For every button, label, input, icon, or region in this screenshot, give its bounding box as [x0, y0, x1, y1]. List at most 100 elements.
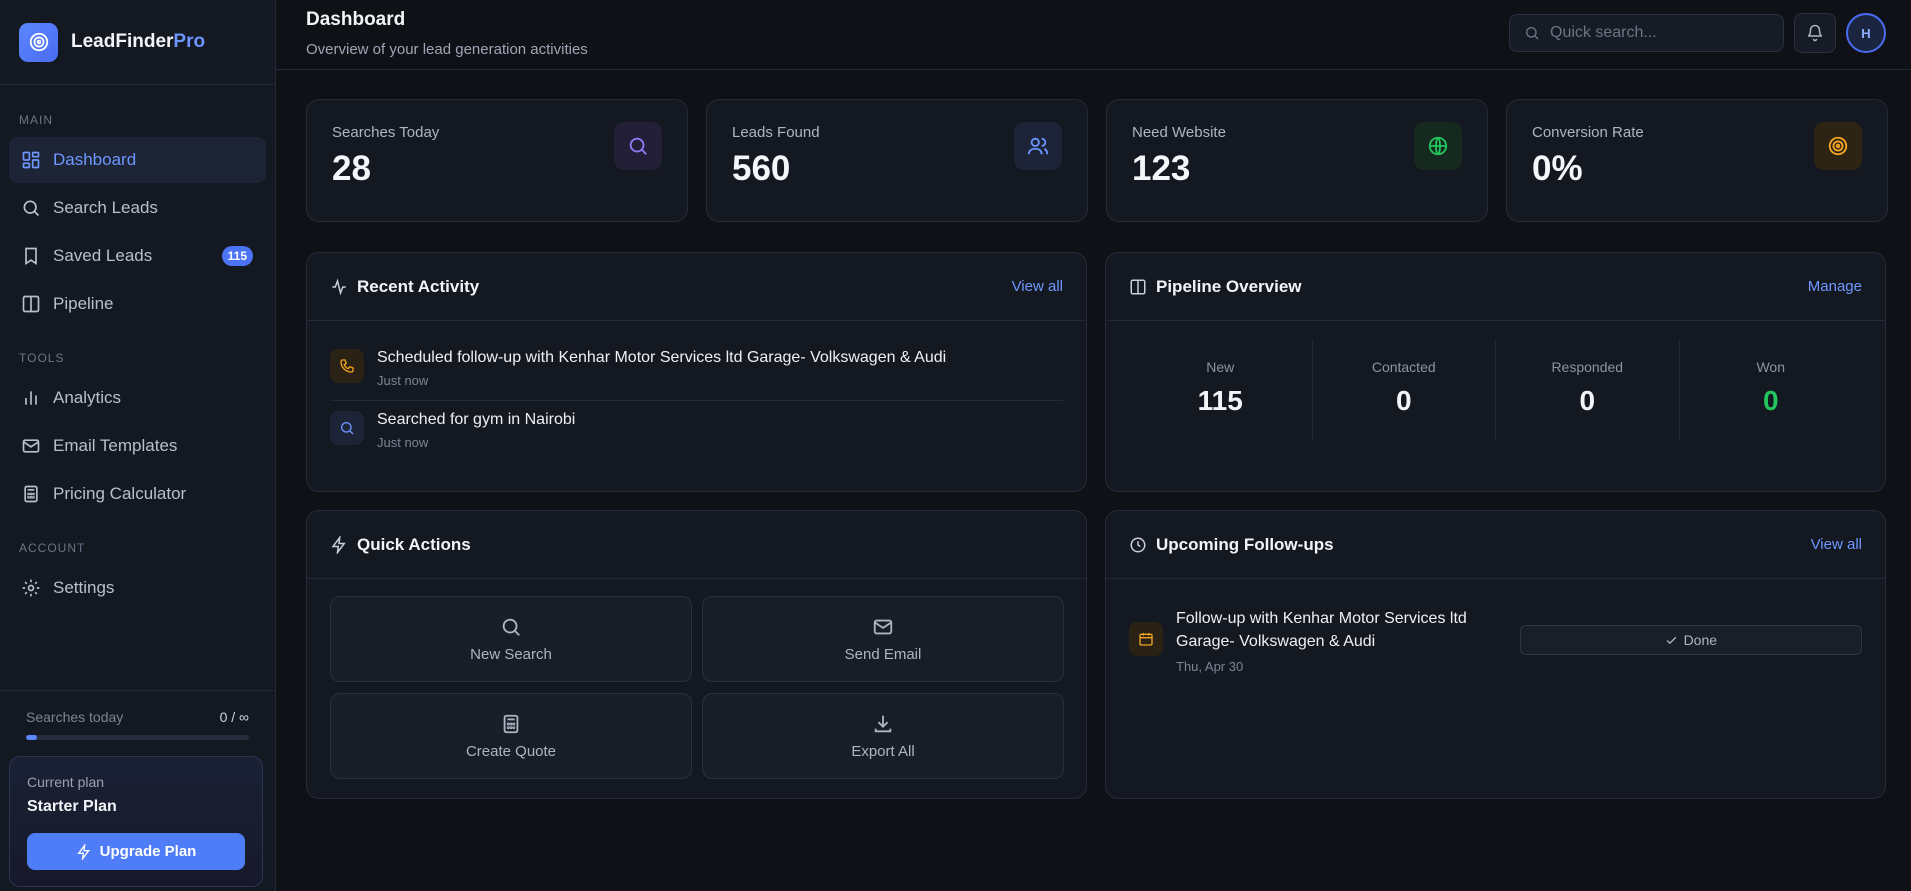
sidebar-item-label: Dashboard — [53, 150, 137, 169]
search-icon — [23, 200, 40, 217]
send-email-button[interactable]: Send Email — [702, 596, 1064, 682]
export-all-button[interactable]: Export All — [702, 693, 1064, 779]
sidebar-nav: MAIN Dashboard Search Leads Saved Leads … — [0, 85, 275, 613]
plan-label: Current plan — [27, 774, 105, 790]
stats-row: Searches Today 28 Leads Found 560 Need W… — [306, 99, 1888, 222]
action-label: Export All — [851, 742, 915, 760]
calculator-icon — [24, 485, 38, 503]
sidebar-item-analytics[interactable]: Analytics — [9, 375, 266, 421]
stat-card-conversion-rate: Conversion Rate 0% — [1506, 99, 1888, 222]
users-icon — [1014, 122, 1062, 170]
usage-progress-bar — [26, 735, 249, 740]
pipeline-stage-responded[interactable]: Responded 0 — [1495, 339, 1679, 439]
usage-progress-fill — [26, 735, 38, 740]
action-label: Send Email — [844, 645, 922, 663]
stage-value: 0 — [1395, 385, 1412, 416]
view-all-followups-link[interactable]: View all — [1811, 536, 1862, 553]
action-label: New Search — [470, 645, 552, 663]
avatar[interactable]: H — [1846, 13, 1886, 53]
brand[interactable]: LeadFinderPro — [0, 0, 275, 85]
nav-section-main: MAIN — [19, 113, 53, 127]
nav-section-tools: TOOLS — [19, 351, 65, 365]
globe-icon — [1414, 122, 1462, 170]
usage-label: Searches today — [26, 709, 124, 725]
sidebar-item-settings[interactable]: Settings — [9, 565, 266, 611]
grid-icon — [22, 151, 40, 169]
sidebar-item-label: Pipeline — [53, 294, 114, 313]
sidebar-item-saved-leads[interactable]: Saved Leads 115 — [9, 233, 266, 279]
sidebar-item-email-templates[interactable]: Email Templates — [9, 423, 266, 469]
sidebar-item-label: Search Leads — [53, 198, 158, 217]
plan-name: Starter Plan — [27, 798, 117, 815]
upgrade-plan-button[interactable]: Upgrade Plan — [27, 833, 245, 870]
download-icon — [874, 715, 892, 732]
activity-icon — [332, 277, 346, 296]
lightning-icon — [331, 535, 346, 554]
target-icon — [1814, 122, 1862, 170]
sidebar-item-label: Email Templates — [53, 436, 178, 455]
pipeline-stage-new[interactable]: New 115 — [1129, 339, 1312, 439]
followup-date: Thu, Apr 30 — [1176, 659, 1244, 674]
stat-value: 123 — [1132, 149, 1191, 188]
bar-chart-icon — [25, 391, 37, 405]
quick-actions-panel: Quick Actions New Search Send Email Crea… — [306, 510, 1087, 799]
stage-label: Responded — [1551, 359, 1624, 375]
stat-label: Searches Today — [332, 124, 440, 141]
manage-pipeline-link[interactable]: Manage — [1808, 278, 1862, 295]
pipeline-overview-panel: Pipeline Overview Manage New 115 Contact… — [1105, 252, 1886, 492]
topbar: Dashboard Overview of your lead generati… — [276, 0, 1911, 70]
sidebar-item-pipeline[interactable]: Pipeline — [9, 281, 266, 327]
upcoming-followups-panel: Upcoming Follow-ups View all Follow-up w… — [1105, 510, 1886, 799]
sidebar-item-label: Settings — [53, 578, 115, 597]
search-usage: Searches today 0 / ∞ — [0, 690, 275, 740]
sidebar-item-label: Saved Leads — [53, 246, 153, 265]
pipeline-stage-contacted[interactable]: Contacted 0 — [1311, 339, 1496, 439]
bell-icon — [1807, 24, 1823, 42]
sidebar-item-label: Analytics — [53, 388, 122, 407]
recent-activity-panel: Recent Activity View all Scheduled follo… — [306, 252, 1087, 492]
sidebar: LeadFinderPro MAIN Dashboard Search Lead… — [0, 0, 276, 891]
mail-icon — [22, 439, 40, 453]
panel-title: Pipeline Overview — [1156, 276, 1302, 296]
quick-search[interactable] — [1509, 14, 1784, 52]
followup-item: Follow-up with Kenhar Motor Services ltd… — [1106, 579, 1885, 674]
sidebar-item-pricing-calculator[interactable]: Pricing Calculator — [9, 471, 266, 517]
stage-value: 0 — [1762, 385, 1779, 416]
activity-text: Scheduled follow-up with Kenhar Motor Se… — [377, 349, 947, 366]
sidebar-item-label: Pricing Calculator — [53, 484, 187, 503]
stat-value: 560 — [732, 149, 791, 188]
stat-card-searches-today: Searches Today 28 — [306, 99, 688, 222]
new-search-button[interactable]: New Search — [330, 596, 692, 682]
search-input[interactable] — [1550, 24, 1770, 42]
activity-time: Just now — [377, 435, 429, 450]
sidebar-item-search-leads[interactable]: Search Leads — [9, 185, 266, 231]
search-icon — [614, 122, 662, 170]
target-icon — [19, 22, 58, 62]
panel-title: Upcoming Follow-ups — [1156, 534, 1334, 554]
done-label: Done — [1683, 632, 1718, 648]
action-label: Create Quote — [465, 742, 557, 760]
notifications-button[interactable] — [1794, 13, 1836, 53]
phone-icon — [330, 349, 364, 383]
columns-icon — [22, 295, 40, 313]
mail-icon — [873, 619, 893, 634]
view-all-activity-link[interactable]: View all — [1012, 278, 1063, 295]
lightning-icon — [76, 843, 90, 860]
calculator-icon — [503, 714, 519, 733]
panel-title: Quick Actions — [357, 534, 471, 554]
saved-leads-badge: 115 — [221, 246, 253, 266]
done-button[interactable]: Done — [1519, 625, 1862, 655]
sidebar-item-dashboard[interactable]: Dashboard — [9, 137, 266, 183]
stat-label: Need Website — [1132, 124, 1226, 141]
plan-card: Current plan Starter Plan Upgrade Plan — [9, 756, 263, 887]
page-title: Dashboard — [306, 9, 406, 30]
activity-time: Just now — [377, 373, 429, 388]
stat-label: Conversion Rate — [1532, 124, 1644, 141]
create-quote-button[interactable]: Create Quote — [330, 693, 692, 779]
brand-name: LeadFinderPro — [71, 31, 206, 52]
stage-value: 0 — [1579, 385, 1596, 416]
search-icon — [1526, 27, 1539, 40]
stage-label: Contacted — [1371, 359, 1436, 375]
pipeline-stage-won[interactable]: Won 0 — [1678, 339, 1863, 439]
nav-section-account: ACCOUNT — [19, 541, 86, 555]
